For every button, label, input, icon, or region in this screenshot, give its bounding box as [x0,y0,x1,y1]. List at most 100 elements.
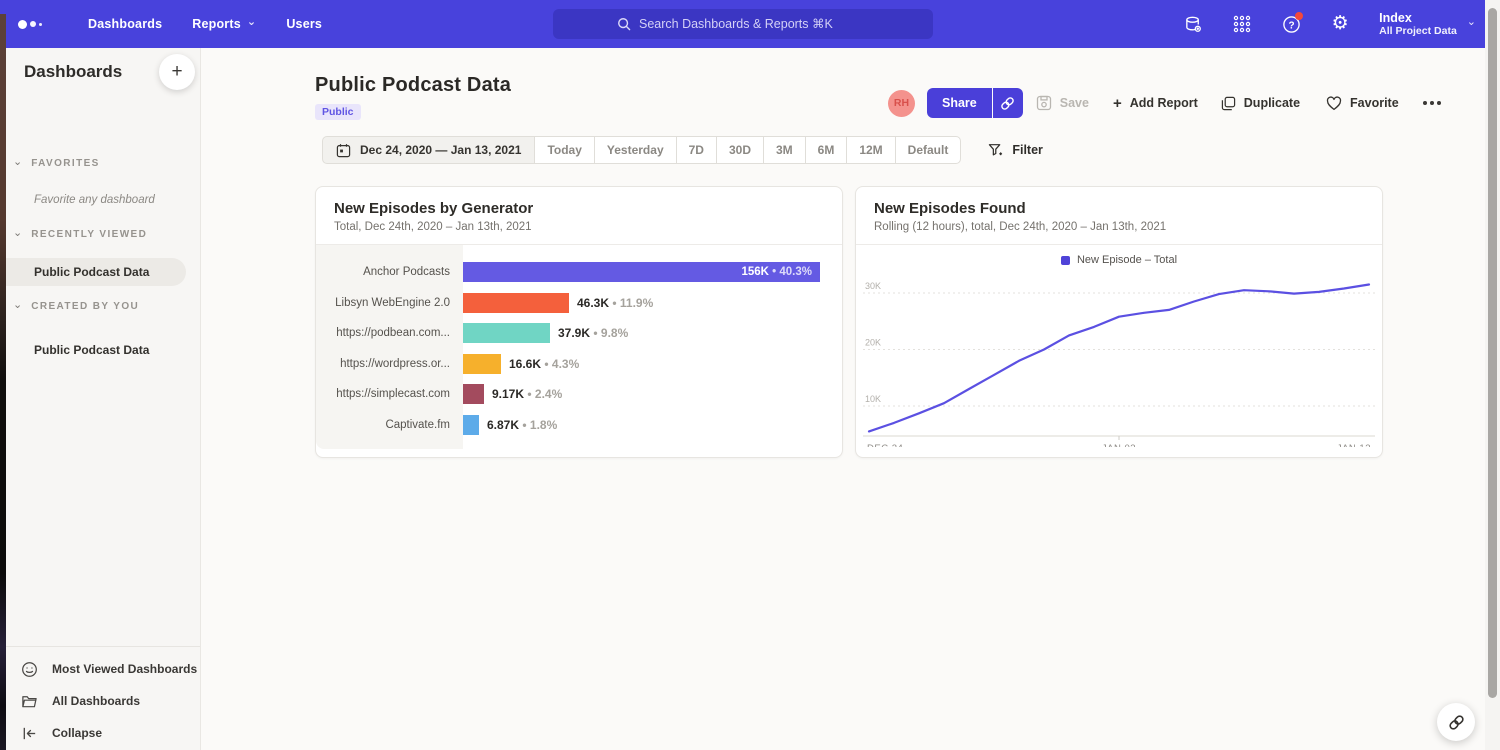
favorites-empty-note: Favorite any dashboard [34,194,155,206]
share-button[interactable]: Share [927,88,992,118]
collapse-sidebar[interactable]: Collapse [0,717,200,749]
copy-link-button[interactable] [993,88,1023,118]
bar-segment[interactable] [463,415,479,435]
sidebar-item-recent-public-podcast-data[interactable]: Public Podcast Data [0,258,186,286]
data-management-icon[interactable] [1183,14,1203,34]
bar-value-label: 46.3K • 11.9% [577,296,653,310]
global-search[interactable] [553,9,933,39]
line-series[interactable] [869,285,1369,432]
card2-subtitle: Rolling (12 hours), total, Dec 24th, 202… [874,221,1364,233]
settings-gear-icon[interactable]: ⚙ [1330,14,1350,34]
new-dashboard-button[interactable]: + [159,54,195,90]
bar-segment[interactable] [463,354,501,374]
nav-users-label: Users [286,17,322,31]
date-range-button[interactable]: Dec 24, 2020 — Jan 13, 2021 [322,136,535,164]
bar-row: Captivate.fm 6.87K • 1.8% [316,410,842,441]
link-icon [1000,96,1015,111]
apps-grid-icon[interactable] [1232,14,1252,34]
chevron-down-icon: ⌄ [13,301,22,309]
card2-header: New Episodes Found Rolling (12 hours), t… [856,187,1382,245]
x-axis-tick-label: JAN 13 [1337,443,1371,447]
project-name: Index [1379,11,1457,25]
date-range-bar: Dec 24, 2020 — Jan 13, 2021 TodayYesterd… [322,136,1043,164]
card1-title: New Episodes by Generator [334,200,824,217]
bar-category-label: Captivate.fm [316,419,463,431]
nav-reports-label: Reports [192,17,241,31]
date-preset-default[interactable]: Default [895,136,962,164]
sidebar-title: Dashboards [24,62,122,82]
notification-dot [1295,12,1303,20]
scrollbar-thumb[interactable] [1488,8,1497,698]
chart-legend[interactable]: New Episode – Total [856,245,1382,269]
add-report-button[interactable]: + Add Report [1113,95,1198,112]
bar-segment[interactable] [463,293,569,313]
filter-button[interactable]: Filter [988,143,1043,158]
plus-icon: + [1113,95,1122,112]
line-chart[interactable]: 30K20K10KDEC 24JAN 03JAN 13 [863,271,1375,447]
help-icon[interactable]: ? [1281,14,1301,34]
all-dashboards[interactable]: All Dashboards [0,685,200,717]
section-recently-viewed[interactable]: ⌄ RECENTLY VIEWED [13,229,147,240]
bar-value-label: 6.87K • 1.8% [487,418,557,432]
copy-link-fab[interactable] [1437,703,1475,741]
date-preset-6m[interactable]: 6M [805,136,848,164]
app-screen: Dashboards Reports ⌄ Users [0,0,1500,750]
scrollbar-track[interactable] [1485,0,1500,750]
nav-reports[interactable]: Reports ⌄ [192,17,256,31]
date-preset-yesterday[interactable]: Yesterday [594,136,677,164]
favorite-button[interactable]: Favorite [1326,96,1399,111]
bar-row: https://podbean.com... 37.9K • 9.8% [316,318,842,349]
nav-dashboards[interactable]: Dashboards [88,17,162,31]
bar-value-inline: 156K • 40.3% [741,266,820,278]
y-axis-tick-label: 10K [865,394,881,404]
section-favorites[interactable]: ⌄ FAVORITES [13,158,100,169]
bar-category-label: Anchor Podcasts [316,266,463,278]
bar-value-label: 37.9K • 9.8% [558,326,628,340]
search-icon [617,17,631,31]
date-preset-12m[interactable]: 12M [846,136,895,164]
bar-segment[interactable] [463,323,550,343]
bar-segment[interactable] [463,384,484,404]
sidebar-item-created-public-podcast-data[interactable]: Public Podcast Data [0,336,186,364]
date-preset-3m[interactable]: 3M [763,136,806,164]
card2-title: New Episodes Found [874,200,1364,217]
card1-header: New Episodes by Generator Total, Dec 24t… [316,187,842,245]
bar-category-label: https://podbean.com... [316,327,463,339]
collapse-left-icon [21,725,38,742]
legend-label: New Episode – Total [1077,254,1177,266]
x-axis-tick-label: JAN 03 [1102,443,1136,447]
date-preset-30d[interactable]: 30D [716,136,764,164]
card1-body: Anchor Podcasts 156K • 40.3% Libsyn WebEng… [316,245,842,449]
more-options-button[interactable] [1423,101,1441,105]
bar-chart: Anchor Podcasts 156K • 40.3% Libsyn WebEng… [316,245,842,449]
section-created-by-you[interactable]: ⌄ CREATED BY YOU [13,301,139,312]
public-badge: Public [315,104,361,120]
filter-funnel-icon [988,143,1003,158]
chevron-down-icon: ⌄ [13,158,22,166]
chevron-down-icon: ⌄ [13,229,22,237]
date-presets: TodayYesterday7D30D3M6M12MDefault [535,136,961,164]
bar-segment[interactable]: 156K • 40.3% [463,262,820,282]
mixpanel-logo-icon[interactable] [18,20,58,29]
heart-icon [1326,96,1342,111]
avatar[interactable]: RH [888,90,915,117]
smiley-icon [21,661,38,678]
nav-users[interactable]: Users [286,17,322,31]
card-new-episodes-found[interactable]: New Episodes Found Rolling (12 hours), t… [855,186,1383,458]
sidebar-footer: Most Viewed Dashboards All Dashboards Co… [0,646,200,750]
chevron-down-icon: ⌄ [1467,18,1476,26]
bar-row: Libsyn WebEngine 2.046.3K • 11.9% [316,288,842,319]
duplicate-button[interactable]: Duplicate [1221,96,1300,111]
search-input[interactable] [639,17,869,31]
date-preset-7d[interactable]: 7D [676,136,717,164]
save-button[interactable]: Save [1036,95,1089,111]
most-viewed-dashboards[interactable]: Most Viewed Dashboards [0,653,200,685]
card-new-episodes-by-generator[interactable]: New Episodes by Generator Total, Dec 24t… [315,186,843,458]
date-preset-today[interactable]: Today [534,136,594,164]
project-switcher[interactable]: Index All Project Data ⌄ [1379,11,1476,37]
svg-text:?: ? [1288,20,1294,31]
x-axis-tick-label: DEC 24 [867,443,903,447]
chevron-down-icon: ⌄ [247,18,256,26]
calendar-icon [336,143,351,158]
nav-dashboards-label: Dashboards [88,17,162,31]
